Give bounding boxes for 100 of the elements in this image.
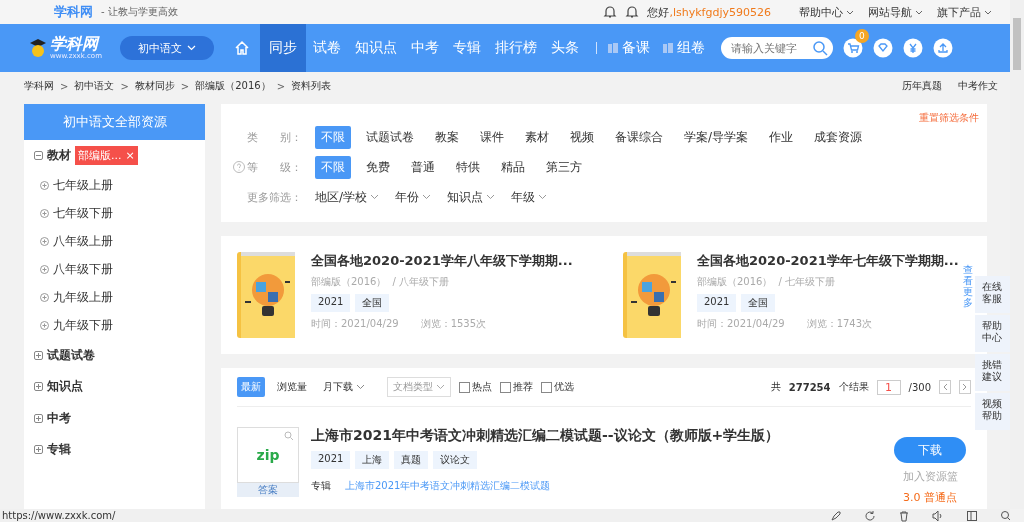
checkbox-label[interactable]: 推荐 (513, 380, 533, 394)
tree-item[interactable]: 专辑 (47, 441, 71, 459)
speaker-icon[interactable] (932, 509, 944, 522)
trash-icon[interactable] (898, 509, 910, 522)
minus-box-icon[interactable] (34, 151, 43, 161)
help-icon[interactable] (233, 161, 245, 173)
prev-page-button[interactable] (939, 380, 951, 394)
answer-badge: 答案 (237, 483, 299, 497)
resource-title-link[interactable]: 全国各地2020-2021学年八年级下学期期... (311, 252, 573, 270)
plus-circle-icon[interactable] (40, 209, 49, 218)
quick-link[interactable]: 中考作文 (958, 79, 998, 93)
plus-circle-icon[interactable] (40, 181, 49, 190)
plus-box-icon[interactable] (34, 382, 43, 392)
filter-dropdown[interactable]: 知识点 (447, 188, 496, 206)
resource-title-link[interactable]: 上海市2021年中考语文冲刺精选汇编二模试题--议论文（教师版+学生版） (311, 427, 877, 445)
plus-circle-icon[interactable] (40, 321, 49, 330)
caret-icon (915, 9, 923, 15)
tree-item[interactable]: 九年级下册 (53, 317, 113, 334)
tree-item[interactable]: 八年级上册 (53, 233, 113, 250)
tree-item[interactable]: 九年级上册 (53, 289, 113, 306)
filter-dropdown[interactable]: 地区/学校 (315, 188, 380, 206)
breadcrumb-link[interactable]: 初中语文 (74, 79, 115, 93)
filter-option[interactable]: 成套资源 (808, 125, 869, 149)
tag: 真题 (394, 451, 429, 469)
tag: 全国 (741, 294, 776, 312)
tree-item[interactable]: 中考 (47, 409, 71, 427)
subject-dropdown[interactable]: 初中语文 (119, 36, 214, 60)
side-help-button[interactable]: 视频帮助 (975, 393, 1010, 430)
home-icon[interactable] (233, 40, 250, 56)
tree-item[interactable]: 教材 (47, 147, 71, 165)
search-icon[interactable] (1000, 509, 1010, 522)
search-field[interactable]: 请输入关键字 (720, 37, 833, 59)
filter-option[interactable]: 试题试卷 (360, 125, 420, 149)
checkbox[interactable] (541, 381, 552, 393)
filter-option[interactable]: 普通 (405, 155, 441, 179)
filter-option[interactable]: 学案/导学案 (678, 125, 755, 149)
plus-circle-icon[interactable] (40, 293, 49, 302)
checkbox-label[interactable]: 优选 (554, 380, 574, 394)
tree-item[interactable]: 八年级下册 (53, 261, 113, 278)
filter-option[interactable]: 特供 (450, 155, 486, 179)
sort-tab[interactable]: 月下载 (319, 377, 369, 397)
tree-item[interactable]: 知识点 (47, 378, 83, 396)
bell-icon[interactable] (625, 5, 640, 19)
upload-icon[interactable] (932, 38, 953, 58)
plus-box-icon[interactable] (34, 413, 43, 423)
breadcrumb-link[interactable]: 部编版（2016） (195, 79, 271, 93)
caret-icon (436, 384, 445, 390)
side-help-button[interactable]: 在线客服 (975, 276, 1010, 313)
edition-text: 部编版（2016） (697, 275, 773, 289)
breadcrumb-link[interactable]: 教材同步 (134, 79, 175, 93)
filter-option[interactable]: 精品 (495, 155, 531, 179)
checkbox[interactable] (500, 381, 511, 393)
yen-icon[interactable] (902, 38, 923, 58)
filter-option[interactable]: 作业 (763, 125, 800, 149)
tree-item[interactable]: 七年级上册 (53, 177, 113, 194)
caret-icon (370, 194, 380, 200)
result-count: 277254 (788, 381, 831, 393)
bell-icon[interactable] (603, 5, 618, 19)
top-menu-link[interactable]: 旗下产品 (937, 4, 992, 20)
filter-dropdown[interactable]: 年份 (395, 188, 432, 206)
page-input[interactable]: 1 (876, 379, 901, 395)
filter-dropdown[interactable]: 年级 (511, 188, 548, 206)
edition-text: 部编版（2016） (311, 275, 387, 289)
breadcrumb-link[interactable]: 资料列表 (291, 79, 331, 93)
sort-tab[interactable]: 浏览量 (273, 377, 311, 397)
plus-circle-icon[interactable] (40, 237, 49, 246)
filter-option[interactable]: 第三方 (540, 155, 588, 179)
caret-icon (486, 194, 496, 200)
filter-option[interactable]: 素材 (519, 125, 555, 149)
top-menu-link[interactable]: 网站导航 (868, 4, 923, 20)
window-icon[interactable] (966, 509, 978, 522)
plus-box-icon[interactable] (34, 445, 43, 455)
resource-title-link[interactable]: 全国各地2020-2021学年七年级下学期期... (697, 252, 959, 270)
filter-option[interactable]: 课件 (474, 125, 510, 149)
breadcrumb-separator: > (276, 80, 285, 92)
top-menu-link[interactable]: 帮助中心 (799, 4, 854, 20)
filter-option[interactable]: 免费 (360, 155, 396, 179)
plus-circle-icon[interactable] (40, 265, 49, 274)
checkbox-label[interactable]: 热点 (472, 380, 492, 394)
filter-option[interactable]: 备课综合 (609, 125, 669, 149)
chevron-right-icon (962, 383, 968, 391)
nav-tab[interactable]: 同步 (259, 24, 306, 72)
filter-option[interactable]: 视频 (564, 125, 600, 149)
search-icon[interactable] (811, 40, 828, 56)
caret-icon (846, 9, 854, 15)
cart-count-badge: 0 (854, 29, 869, 43)
refresh-icon[interactable] (864, 509, 876, 522)
side-help-button[interactable]: 挑错建议 (975, 354, 1010, 391)
filter-option[interactable]: 教案 (429, 125, 465, 149)
checkbox[interactable] (459, 381, 470, 393)
tag: 全国 (355, 294, 390, 312)
tree-item[interactable]: 七年级下册 (53, 205, 113, 222)
quick-link[interactable]: 历年真题 (902, 79, 942, 93)
total-prefix: 共 (770, 380, 781, 394)
side-help-button[interactable]: 帮助中心 (975, 315, 1010, 352)
cart-icon[interactable] (842, 38, 863, 58)
plus-box-icon[interactable] (34, 350, 43, 360)
breadcrumb-link[interactable]: 学科网 (24, 79, 54, 93)
next-page-button[interactable] (959, 380, 971, 394)
tree-item[interactable]: 试题试卷 (47, 346, 95, 364)
